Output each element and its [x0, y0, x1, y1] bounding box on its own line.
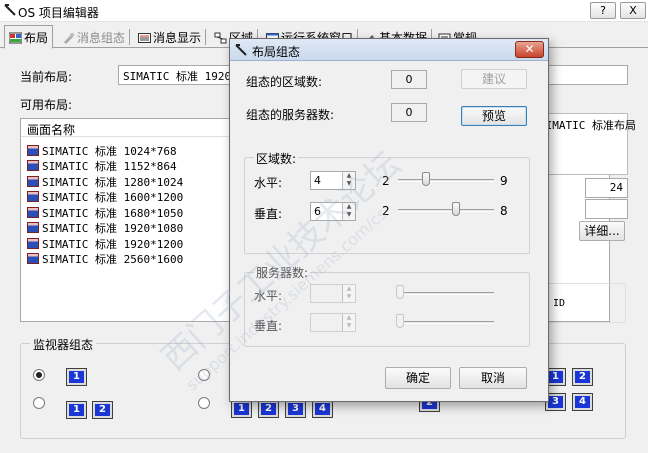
spin-up-icon: ▲ [346, 314, 352, 321]
window-title: OS 项目编辑器 [18, 6, 99, 20]
server-vertical-label: 垂直: [254, 319, 283, 333]
tab-message-config[interactable]: 消息组态 [58, 26, 131, 48]
list-item[interactable]: SIMATIC 标准 1152*864 [27, 158, 177, 173]
area-horizontal-spinner[interactable]: 4 ▲ ▼ [310, 171, 356, 190]
cancel-button[interactable]: 取消 [459, 367, 527, 389]
server-vertical-spinner[interactable]: ▲ ▼ [310, 313, 356, 332]
close-button[interactable]: X [620, 2, 646, 19]
area-horizontal-label: 水平: [254, 176, 283, 190]
server-horizontal-slider[interactable] [398, 292, 494, 295]
area-group-title: 区域数: [254, 150, 299, 167]
available-layouts-label: 可用布局: [20, 98, 73, 112]
spin-down-icon: ▼ [346, 293, 352, 300]
list-item[interactable]: SIMATIC 标准 1280*1024 [27, 174, 183, 189]
area-vertical-spinner[interactable]: 6 ▲ ▼ [310, 202, 356, 221]
spin-down-icon: ▼ [346, 322, 352, 329]
screen-icon [27, 176, 39, 187]
dialog-close-button[interactable]: ✕ [515, 41, 544, 58]
tab-layout[interactable]: 布局 [4, 25, 54, 49]
title-bar: OS 项目编辑器 ? X [0, 0, 648, 22]
v-slider-min: 2 [382, 204, 390, 218]
monitor-icon: 2 [258, 400, 279, 418]
layout-config-dialog: 布局组态 ✕ 组态的区域数: 0 建议 组态的服务器数: 0 预览 区域数: 水… [229, 38, 549, 402]
monitor-icon: 3 [285, 400, 306, 418]
list-item[interactable]: SIMATIC 标准 1600*1200 [27, 189, 183, 204]
monitor-icon: 1 [66, 401, 87, 419]
monitor-icon: 4 [572, 393, 593, 411]
list-item[interactable]: SIMATIC 标准 1024*768 [27, 143, 177, 158]
area-vertical-label: 垂直: [254, 207, 283, 221]
screen-icon [27, 238, 39, 249]
area-vertical-slider[interactable] [398, 209, 494, 212]
servers-count-label: 组态的服务器数: [246, 108, 335, 122]
layout-icon [9, 32, 22, 44]
screen-icon [27, 145, 39, 156]
list-item[interactable]: SIMATIC 标准 1680*1050 [27, 205, 183, 220]
area-icon [214, 32, 227, 44]
monitor-option-3-radio[interactable] [198, 369, 210, 381]
monitor-icon: 1 [66, 368, 87, 386]
tab-message-display[interactable]: 消息显示 [134, 26, 207, 48]
dialog-title-bar: 布局组态 ✕ [230, 39, 548, 61]
spin-down-icon[interactable]: ▼ [343, 180, 355, 188]
screen-icon [27, 253, 39, 264]
help-button[interactable]: ? [590, 2, 616, 19]
screen-icon [27, 207, 39, 218]
spin-up-icon: ▲ [346, 285, 352, 292]
monitor-icon: 4 [312, 400, 333, 418]
areas-count-label: 组态的区域数: [246, 75, 323, 89]
spin-up-icon[interactable]: ▲ [343, 203, 355, 211]
area-horizontal-slider-thumb[interactable] [421, 172, 430, 186]
server-group [244, 272, 530, 347]
preview-button[interactable]: 预览 [461, 106, 527, 126]
dialog-app-icon [235, 44, 247, 56]
v-slider-max: 8 [500, 204, 508, 218]
monitor-icon: 2 [92, 401, 113, 419]
monitor-icon: 2 [572, 368, 593, 386]
description-text: SIMATIC 标准布局 [539, 119, 636, 132]
h-slider-max: 9 [500, 174, 508, 188]
ok-button[interactable]: 确定 [385, 367, 451, 389]
monitor-option-1-radio[interactable] [33, 369, 45, 381]
monitor-config-title: 监视器组态 [30, 336, 97, 353]
list-item[interactable]: SIMATIC 标准 1920*1200 [27, 236, 183, 251]
server-vertical-slider[interactable] [398, 321, 494, 324]
details-button[interactable]: 详细... [579, 221, 625, 241]
monitor-option-4-radio[interactable] [198, 397, 210, 409]
dialog-title: 布局组态 [252, 45, 301, 59]
empty-field[interactable] [585, 199, 628, 219]
list-item[interactable]: SIMATIC 标准 1920*1080 [27, 220, 183, 235]
id-box: ID [540, 283, 626, 323]
screen-icon [27, 191, 39, 202]
server-vertical-slider-thumb[interactable] [396, 314, 404, 328]
areas-count-field: 0 [391, 70, 427, 89]
server-horizontal-slider-thumb[interactable] [396, 285, 404, 299]
message-display-icon [138, 33, 151, 43]
server-horizontal-spinner[interactable]: ▲ ▼ [310, 284, 356, 303]
current-layout-label: 当前布局: [20, 70, 73, 84]
servers-count-field: 0 [391, 103, 427, 122]
area-vertical-slider-thumb[interactable] [451, 202, 460, 216]
monitor-icon: 1 [231, 400, 252, 418]
area-horizontal-slider[interactable] [398, 179, 494, 182]
suggest-button[interactable]: 建议 [461, 69, 527, 89]
app-icon [4, 4, 16, 16]
screen-icon [27, 160, 39, 171]
list-item[interactable]: SIMATIC 标准 2560*1600 [27, 251, 183, 266]
server-horizontal-label: 水平: [254, 289, 283, 303]
server-group-title: 服务器数: [254, 264, 311, 281]
h-slider-min: 2 [382, 174, 390, 188]
spin-down-icon[interactable]: ▼ [343, 211, 355, 219]
monitor-option-2-radio[interactable] [33, 397, 45, 409]
message-config-icon [64, 33, 74, 44]
spin-up-icon[interactable]: ▲ [343, 172, 355, 180]
screen-icon [27, 222, 39, 233]
id-label: ID [553, 298, 566, 309]
number-field[interactable]: 24 [585, 178, 628, 198]
